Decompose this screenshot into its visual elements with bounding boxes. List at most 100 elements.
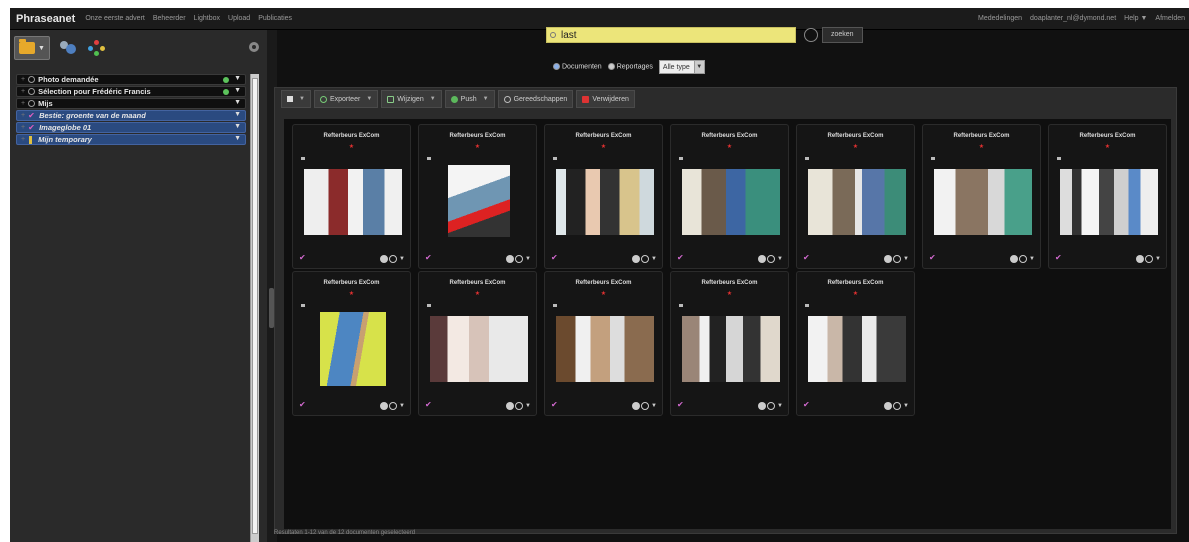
thumbnail-card[interactable]: Refterbeurs ExCom ★ ✔ ▼ xyxy=(544,124,663,269)
thumbnail-card[interactable]: Refterbeurs ExCom ★ ✔ ▼ xyxy=(796,271,915,416)
photo-thumbnail[interactable] xyxy=(808,316,906,382)
info-icon[interactable] xyxy=(758,402,767,410)
story-icon[interactable]: ✔ xyxy=(299,253,306,262)
user-account-link[interactable]: doaplanter_nl@dymond.net xyxy=(1030,15,1116,22)
thumbnail-card[interactable]: Refterbeurs ExCom ★ ✔ ▼ xyxy=(1048,124,1167,269)
thumbnail-card[interactable]: Refterbeurs ExCom ★ ✔ ▼ xyxy=(922,124,1041,269)
photo-thumbnail[interactable] xyxy=(682,169,780,235)
export-button[interactable]: Exporteer ▼ xyxy=(313,90,379,108)
preview-icon[interactable] xyxy=(641,402,650,410)
info-icon[interactable] xyxy=(380,402,389,410)
chevron-down-icon[interactable]: ▼ xyxy=(903,256,909,262)
photo-thumbnail[interactable] xyxy=(430,316,528,382)
select-checkbox[interactable] xyxy=(1057,157,1061,160)
info-icon[interactable] xyxy=(884,255,893,263)
select-menu-button[interactable]: ▼ xyxy=(281,90,311,108)
photo-thumbnail[interactable] xyxy=(320,312,386,386)
chevron-down-icon[interactable]: ▼ xyxy=(234,123,241,130)
info-icon[interactable] xyxy=(506,402,515,410)
expand-icon[interactable]: + xyxy=(21,136,25,143)
select-checkbox[interactable] xyxy=(427,157,431,160)
basket-item[interactable]: + ✔ Bestie: groente van de maand ▼ xyxy=(16,110,246,121)
expand-icon[interactable]: + xyxy=(21,100,25,107)
info-icon[interactable] xyxy=(884,402,893,410)
chevron-down-icon[interactable]: ▼ xyxy=(651,403,657,409)
basket-item[interactable]: + ✔ Imageglobe 01 ▼ xyxy=(16,122,246,133)
info-icon[interactable] xyxy=(1010,255,1019,263)
info-icon[interactable] xyxy=(632,402,641,410)
notifications-link[interactable]: Mededelingen xyxy=(978,15,1022,22)
chevron-down-icon[interactable]: ▼ xyxy=(651,256,657,262)
photo-thumbnail[interactable] xyxy=(682,316,780,382)
photo-thumbnail[interactable] xyxy=(1060,169,1158,235)
select-checkbox[interactable] xyxy=(427,304,431,307)
photo-thumbnail[interactable] xyxy=(304,169,402,235)
story-icon[interactable]: ✔ xyxy=(677,400,684,409)
select-checkbox[interactable] xyxy=(805,157,809,160)
chevron-down-icon[interactable]: ▼ xyxy=(777,256,783,262)
nav-item[interactable]: Beheerder xyxy=(153,15,186,22)
chevron-down-icon[interactable]: ▼ xyxy=(903,403,909,409)
chevron-down-icon[interactable]: ▼ xyxy=(525,256,531,262)
nav-item[interactable]: Onze eerste advert xyxy=(85,15,145,22)
preview-icon[interactable] xyxy=(515,255,524,263)
left-panel-scrollbar[interactable] xyxy=(250,74,259,542)
basket-item[interactable]: + Photo demandée ▼ xyxy=(16,74,246,85)
card-actions[interactable]: ▼ xyxy=(1136,255,1161,263)
story-icon[interactable]: ✔ xyxy=(425,253,432,262)
chevron-down-icon[interactable]: ▼ xyxy=(234,99,241,106)
chevron-down-icon[interactable]: ▼ xyxy=(234,111,241,118)
push-button[interactable]: Push ▼ xyxy=(444,90,495,108)
delete-button[interactable]: Verwijderen xyxy=(576,90,635,108)
thumbnail-card[interactable]: Refterbeurs ExCom ★ ✔ ▼ xyxy=(292,271,411,416)
preview-icon[interactable] xyxy=(767,402,776,410)
photo-thumbnail[interactable] xyxy=(556,316,654,382)
nav-item[interactable]: Publicaties xyxy=(258,15,292,22)
card-actions[interactable]: ▼ xyxy=(884,255,909,263)
card-actions[interactable]: ▼ xyxy=(884,402,909,410)
story-icon[interactable]: ✔ xyxy=(551,400,558,409)
thumbnail-card[interactable]: Refterbeurs ExCom ★ ✔ ▼ xyxy=(796,124,915,269)
story-icon[interactable]: ✔ xyxy=(677,253,684,262)
nav-item[interactable]: Lightbox xyxy=(194,15,220,22)
photo-thumbnail[interactable] xyxy=(448,165,510,237)
search-button[interactable]: zoeken xyxy=(822,27,863,43)
basket-item[interactable]: + Mijs ▼ xyxy=(16,98,246,109)
card-actions[interactable]: ▼ xyxy=(758,255,783,263)
edit-button[interactable]: Wijzigen ▼ xyxy=(381,90,442,108)
chevron-down-icon[interactable]: ▼ xyxy=(1029,256,1035,262)
logout-link[interactable]: Afmelden xyxy=(1155,15,1185,22)
preview-icon[interactable] xyxy=(515,402,524,410)
thumbnail-card[interactable]: Refterbeurs ExCom ★ ✔ ▼ xyxy=(418,124,537,269)
story-icon[interactable]: ✔ xyxy=(929,253,936,262)
radio-reports[interactable]: Reportages xyxy=(607,63,653,71)
preview-icon[interactable] xyxy=(893,255,902,263)
basket-item[interactable]: + Sélection pour Frédéric Francis ▼ xyxy=(16,86,246,97)
thumbnail-card[interactable]: Refterbeurs ExCom ★ ✔ ▼ xyxy=(544,271,663,416)
chevron-down-icon[interactable]: ▼ xyxy=(234,135,241,142)
card-actions[interactable]: ▼ xyxy=(506,402,531,410)
preview-icon[interactable] xyxy=(767,255,776,263)
card-actions[interactable]: ▼ xyxy=(632,255,657,263)
thumbnail-card[interactable]: Refterbeurs ExCom ★ ✔ ▼ xyxy=(670,124,789,269)
photo-thumbnail[interactable] xyxy=(934,169,1032,235)
chevron-down-icon[interactable]: ▼ xyxy=(399,256,405,262)
clear-search-icon[interactable] xyxy=(804,28,818,42)
select-checkbox[interactable] xyxy=(301,157,305,160)
preview-icon[interactable] xyxy=(389,402,398,410)
gear-icon[interactable] xyxy=(249,42,259,52)
story-icon[interactable]: ✔ xyxy=(299,400,306,409)
expand-icon[interactable]: + xyxy=(21,112,25,119)
select-checkbox[interactable] xyxy=(931,157,935,160)
expand-icon[interactable]: + xyxy=(21,88,25,95)
photo-thumbnail[interactable] xyxy=(556,169,654,235)
type-select[interactable]: Alle type ▼ xyxy=(658,60,705,74)
brand-logo[interactable]: Phraseanet xyxy=(16,13,75,25)
chevron-down-icon[interactable]: ▼ xyxy=(399,403,405,409)
preview-icon[interactable] xyxy=(1145,255,1154,263)
select-checkbox[interactable] xyxy=(679,157,683,160)
story-icon[interactable]: ✔ xyxy=(551,253,558,262)
info-icon[interactable] xyxy=(1136,255,1145,263)
select-checkbox[interactable] xyxy=(301,304,305,307)
card-actions[interactable]: ▼ xyxy=(380,255,405,263)
